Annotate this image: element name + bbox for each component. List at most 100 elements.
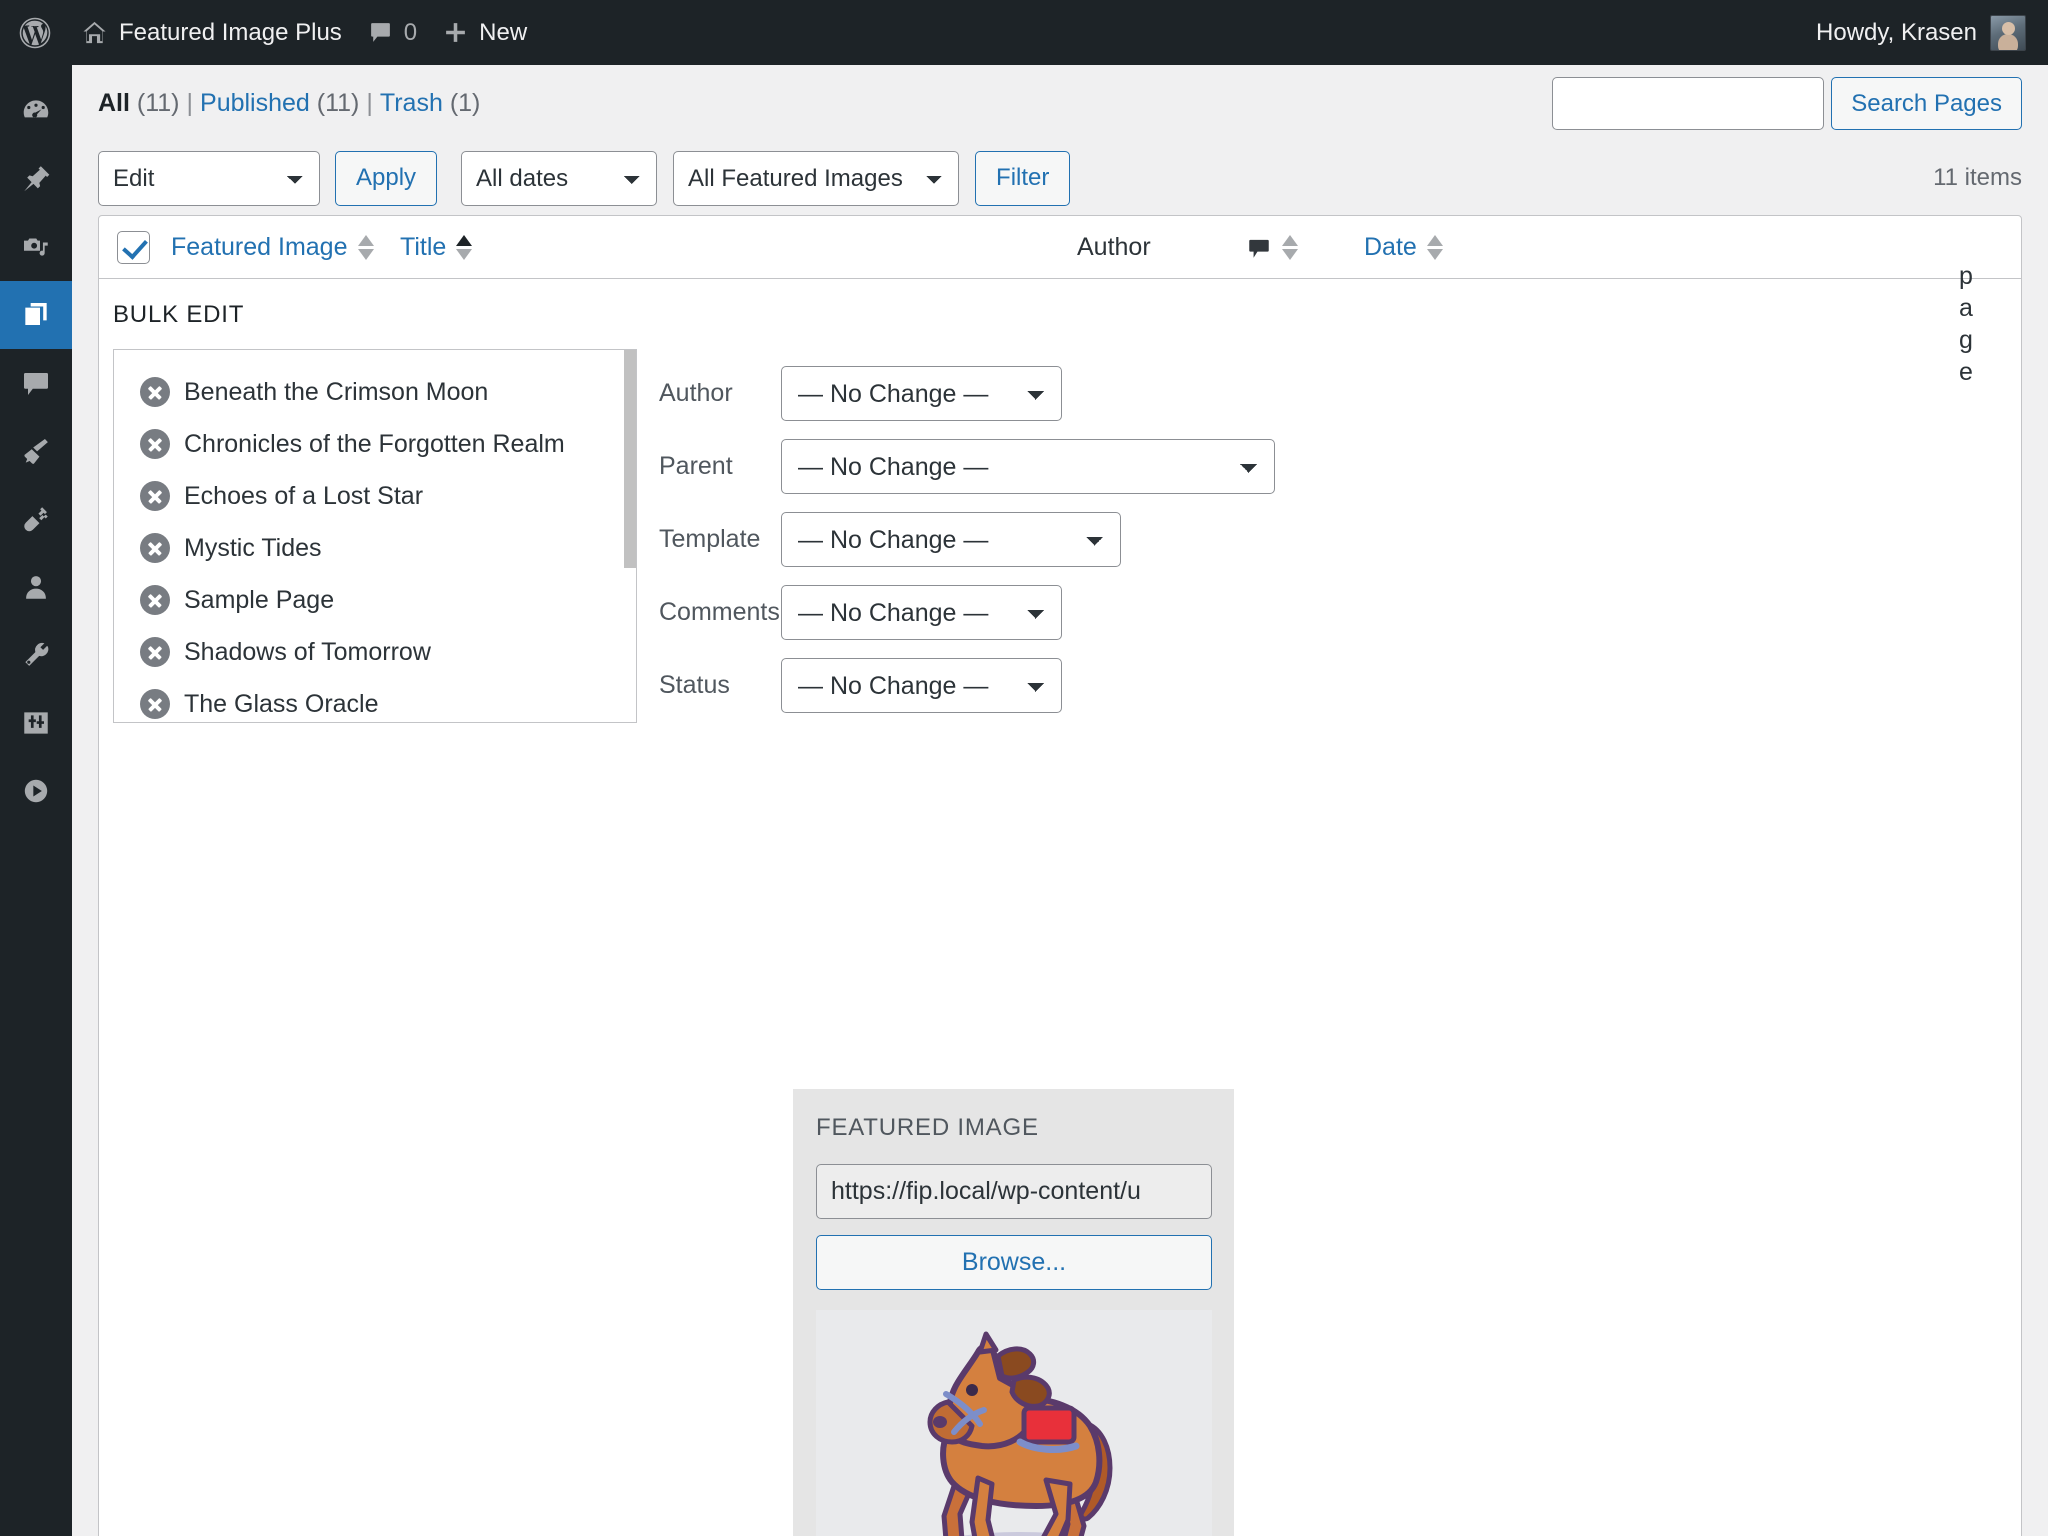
featured-image-preview [816, 1310, 1212, 1536]
select-all-header [117, 216, 150, 279]
featured-image-panel-heading: FEATURED IMAGE [816, 1114, 1039, 1141]
sort-asc-arrow-icon [357, 235, 374, 246]
dashboard-gauge-icon [23, 100, 49, 118]
remove-circle-x-icon[interactable] [140, 689, 170, 719]
column-header-author-label: Author [1077, 233, 1151, 261]
remove-circle-x-icon[interactable] [140, 637, 170, 667]
bulk-title-label: Chronicles of the Forgotten Realm [184, 429, 565, 458]
site-name-label: Featured Image Plus [119, 18, 342, 46]
pages-stack-icon [25, 303, 47, 325]
sidebar-item-pages[interactable] [0, 281, 80, 349]
sliders-icon [24, 712, 48, 734]
wordpress-logo-button[interactable] [0, 0, 68, 65]
bulk-title-label: Shadows of Tomorrow [184, 637, 431, 666]
search-input[interactable] [1552, 77, 1825, 130]
view-separator-2: | [366, 89, 373, 117]
sidebar-item-media[interactable] [0, 213, 72, 281]
table-header-row: Featured Image Title Author Date [99, 216, 2021, 279]
field-row-parent: Parent — No Change — [659, 430, 1275, 503]
admin-bar: Featured Image Plus 0 New Howdy, Krasen [0, 0, 2048, 65]
view-published-link[interactable]: Published [200, 89, 310, 117]
wrench-icon [25, 642, 49, 666]
bulk-edit-columns: Beneath the Crimson Moon Chronicles of t… [99, 349, 2021, 723]
sort-indicator-comments[interactable] [1282, 235, 1298, 260]
view-published-count: (11) [316, 89, 360, 117]
comment-bubble-icon [370, 23, 390, 42]
bulk-titles-scrollbar[interactable] [624, 350, 636, 722]
sort-indicator-date[interactable] [1426, 235, 1443, 260]
column-header-date-label[interactable]: Date [1364, 233, 1417, 262]
sort-desc-arrow-icon [456, 249, 473, 260]
remove-circle-x-icon[interactable] [140, 585, 170, 615]
column-header-featured-image[interactable]: Featured Image [171, 216, 374, 279]
remove-circle-x-icon[interactable] [140, 377, 170, 407]
field-label-template: Template [659, 525, 761, 553]
table-navigation-top: Edit Apply All dates All Featured Images… [98, 141, 2022, 215]
bulk-action-select[interactable]: Edit [98, 150, 320, 206]
sidebar-item-media-play[interactable] [0, 757, 72, 825]
field-label-comments: Comments [659, 598, 780, 626]
paintbrush-icon [24, 439, 48, 464]
date-filter-select[interactable]: All dates [461, 150, 658, 206]
bulk-edit-fields: Author — No Change — Parent — No Change … [659, 349, 1275, 722]
comments-select[interactable]: — No Change — [781, 585, 1062, 640]
sidebar-item-plugins[interactable] [0, 485, 72, 553]
sort-asc-arrow-icon [1282, 235, 1298, 246]
column-header-featured-image-label[interactable]: Featured Image [171, 233, 348, 262]
views-and-search-row: All (11) | Published (11) | Trash (1) Search… [98, 65, 2022, 141]
view-trash-link[interactable]: Trash [380, 89, 443, 117]
items-count-label: 11 items [1933, 164, 2022, 191]
template-select[interactable]: — No Change — [781, 512, 1121, 567]
field-row-author: Author — No Change — [659, 357, 1275, 430]
browse-button[interactable]: Browse... [816, 1235, 1212, 1290]
field-label-author: Author [659, 379, 733, 407]
list-item: Chronicles of the Forgotten Realm [114, 418, 636, 470]
featured-image-url-input[interactable] [816, 1164, 1212, 1219]
bulk-title-label: The Glass Oracle [184, 689, 379, 718]
select-all-checkbox[interactable] [117, 231, 150, 264]
sort-indicator-title[interactable] [456, 235, 473, 260]
view-all-link[interactable]: All [98, 89, 130, 117]
list-item: Sample Page [114, 574, 636, 626]
sort-desc-arrow-icon [357, 249, 374, 260]
field-label-status: Status [659, 671, 730, 699]
sort-desc-arrow-icon [1282, 249, 1298, 260]
site-name-menu[interactable]: Featured Image Plus [68, 0, 355, 65]
author-select[interactable]: — No Change — [781, 366, 1062, 421]
sidebar-item-appearance[interactable] [0, 417, 72, 485]
sort-indicator-featured-image[interactable] [357, 235, 374, 260]
sort-asc-arrow-icon [456, 235, 473, 246]
camera-music-icon [24, 238, 48, 256]
search-form: Search Pages [1552, 77, 2022, 130]
new-content-menu[interactable]: New [430, 0, 540, 65]
column-header-date[interactable]: Date [1364, 216, 1443, 279]
avatar[interactable] [1990, 14, 2026, 51]
filter-button[interactable]: Filter [975, 150, 1071, 206]
featured-image-filter-select[interactable]: All Featured Images [673, 150, 960, 206]
remove-circle-x-icon[interactable] [140, 429, 170, 459]
apply-button[interactable]: Apply [335, 150, 438, 206]
sidebar-item-settings[interactable] [0, 689, 72, 757]
bulk-title-label: Echoes of a Lost Star [184, 481, 424, 510]
comment-count: 0 [403, 18, 418, 46]
parent-select[interactable]: — No Change — [781, 439, 1275, 494]
comments-bubble-menu[interactable]: 0 [355, 0, 430, 65]
sidebar-item-users[interactable] [0, 553, 72, 621]
sidebar-item-tools[interactable] [0, 621, 72, 689]
status-select[interactable]: — No Change — [781, 658, 1062, 713]
column-header-title[interactable]: Title [400, 216, 473, 279]
sort-asc-arrow-icon [1426, 235, 1443, 246]
sidebar-item-dashboard[interactable] [0, 77, 72, 145]
remove-circle-x-icon[interactable] [140, 481, 170, 511]
howdy-label[interactable]: Howdy, Krasen [1816, 19, 1977, 47]
list-item: The Glass Oracle [114, 678, 636, 722]
column-header-comments[interactable] [1246, 216, 1298, 279]
sidebar-item-posts[interactable] [0, 145, 72, 213]
sidebar-item-comments[interactable] [0, 349, 72, 417]
search-pages-button[interactable]: Search Pages [1831, 77, 2022, 130]
bulk-titles-scrollbar-thumb[interactable] [624, 350, 636, 568]
field-row-status: Status — No Change — [659, 649, 1275, 722]
remove-circle-x-icon[interactable] [140, 533, 170, 563]
column-header-title-label[interactable]: Title [400, 233, 446, 262]
list-item: Mystic Tides [114, 522, 636, 574]
